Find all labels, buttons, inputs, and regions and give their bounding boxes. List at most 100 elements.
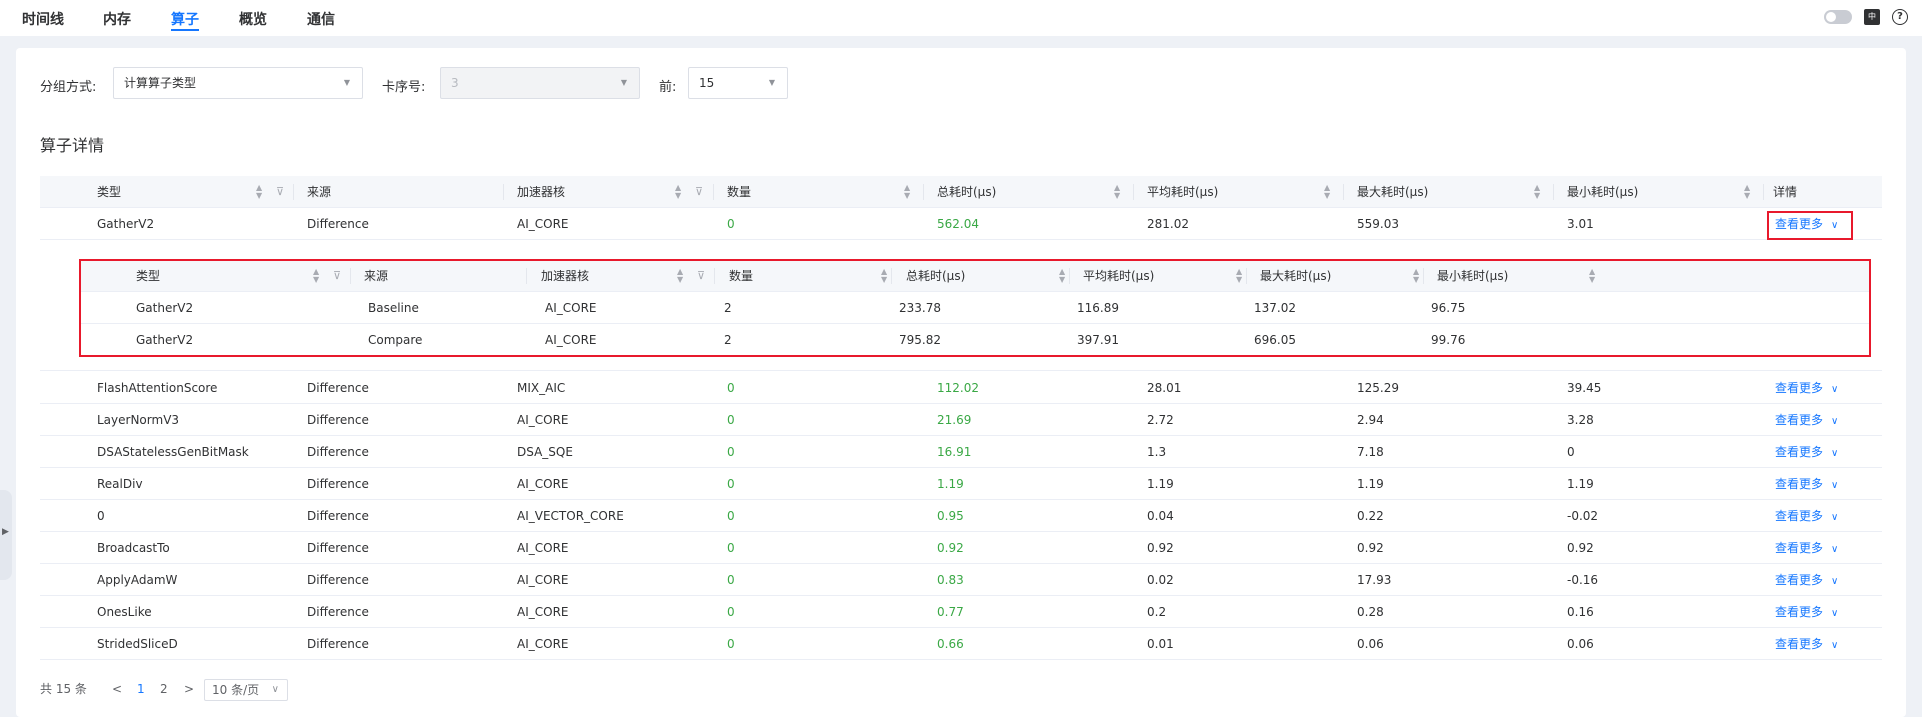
tab-operator[interactable]: 算子: [171, 9, 199, 29]
sort-icon[interactable]: ▲ ▼: [1114, 184, 1120, 200]
view-more-link[interactable]: 查看更多 ∨: [1775, 500, 1838, 532]
tab-overview[interactable]: 概览: [239, 9, 267, 29]
view-more-link[interactable]: 查看更多 ∨: [1775, 208, 1838, 240]
filter-icon[interactable]: ⊽: [333, 270, 341, 281]
cell-max-time: 137.02: [1254, 301, 1296, 315]
sub-col-header-max-time: 最大耗时(μs): [1260, 269, 1332, 283]
language-icon[interactable]: 中: [1864, 9, 1880, 25]
theme-toggle[interactable]: [1824, 10, 1852, 24]
table-row: StridedSliceD Difference AI_CORE 0 0.66 …: [40, 628, 1882, 660]
cell-source: Difference: [307, 637, 369, 651]
view-more-label: 查看更多: [1775, 637, 1824, 651]
view-more-label: 查看更多: [1775, 217, 1824, 231]
sort-icon[interactable]: ▲ ▼: [1059, 268, 1065, 284]
cell-source: Difference: [307, 573, 369, 587]
tab-timeline[interactable]: 时间线: [22, 9, 64, 29]
table-row: 0 Difference AI_VECTOR_CORE 0 0.95 0.04 …: [40, 500, 1882, 532]
cell-count: 0: [727, 381, 735, 395]
view-more-link[interactable]: 查看更多 ∨: [1775, 564, 1838, 596]
cell-avg-time: 1.3: [1147, 445, 1167, 459]
view-more-link[interactable]: 查看更多 ∨: [1775, 436, 1838, 468]
top-n-select[interactable]: 15 ▼: [688, 67, 788, 99]
cell-avg-time: 0.04: [1147, 509, 1174, 523]
cell-count: 2: [724, 333, 732, 347]
pagination-next-button[interactable]: >: [184, 679, 194, 699]
sort-icon[interactable]: ▲ ▼: [313, 268, 319, 284]
sort-icon[interactable]: ▲ ▼: [1413, 268, 1419, 284]
sub-col-header-avg-time: 平均耗时(μs): [1083, 269, 1155, 283]
cell-type: LayerNormV3: [97, 413, 180, 427]
cell-avg-time: 0.02: [1147, 573, 1174, 587]
section-title: 算子详情: [40, 136, 105, 155]
tab-communication[interactable]: 通信: [307, 9, 335, 29]
group-by-select[interactable]: 计算算子类型 ▼: [113, 67, 363, 99]
cell-min-time: 0.16: [1567, 605, 1594, 619]
chevron-down-icon: ▼: [768, 78, 775, 87]
view-more-label: 查看更多: [1775, 413, 1824, 427]
cell-count: 0: [727, 573, 735, 587]
cell-count: 0: [727, 605, 735, 619]
cell-source: Difference: [307, 605, 369, 619]
cell-count: 0: [727, 217, 735, 231]
sort-icon[interactable]: ▲ ▼: [1744, 184, 1750, 200]
chevron-down-icon: ∨: [1831, 448, 1839, 459]
cell-core: AI_CORE: [517, 637, 569, 651]
sort-icon[interactable]: ▲ ▼: [1324, 184, 1330, 200]
group-by-label: 分组方式:: [40, 80, 97, 95]
view-more-link[interactable]: 查看更多 ∨: [1775, 372, 1838, 404]
cell-type: FlashAttentionScore: [97, 381, 218, 395]
cell-source: Difference: [307, 509, 369, 523]
view-more-link[interactable]: 查看更多 ∨: [1775, 532, 1838, 564]
cell-total-time: 233.78: [899, 301, 941, 315]
view-more-link[interactable]: 查看更多 ∨: [1775, 404, 1838, 436]
cell-source: Compare: [368, 333, 423, 347]
cell-source: Difference: [307, 477, 369, 491]
cell-type: StridedSliceD: [97, 637, 178, 651]
top-n-value: 15: [699, 76, 715, 90]
filter-icon[interactable]: ⊽: [697, 270, 705, 281]
sub-table-row: GatherV2 Baseline AI_CORE 2 233.78 116.8…: [79, 292, 1869, 324]
card-index-label: 卡序号:: [382, 80, 426, 95]
view-more-link[interactable]: 查看更多 ∨: [1775, 596, 1838, 628]
cell-source: Difference: [307, 217, 369, 231]
cell-type: GatherV2: [97, 217, 155, 231]
cell-avg-time: 2.72: [1147, 413, 1174, 427]
tab-memory[interactable]: 内存: [103, 9, 131, 29]
card-index-select[interactable]: 3 ▼: [440, 67, 640, 99]
sort-icon[interactable]: ▲ ▼: [675, 184, 681, 200]
sort-icon[interactable]: ▲ ▼: [1534, 184, 1540, 200]
view-more-link[interactable]: 查看更多 ∨: [1775, 468, 1838, 500]
pagination-page-2[interactable]: 2: [160, 679, 168, 699]
view-more-link[interactable]: 查看更多 ∨: [1775, 628, 1838, 660]
help-icon[interactable]: ?: [1892, 9, 1908, 25]
filter-icon[interactable]: ⊽: [276, 186, 284, 197]
sort-icon[interactable]: ▲ ▼: [677, 268, 683, 284]
sort-icon[interactable]: ▲ ▼: [1236, 268, 1242, 284]
sidebar-expand-handle[interactable]: ▶: [0, 490, 12, 580]
cell-source: Baseline: [368, 301, 419, 315]
cell-max-time: 696.05: [1254, 333, 1296, 347]
sort-icon[interactable]: ▲ ▼: [256, 184, 262, 200]
filter-icon[interactable]: ⊽: [695, 186, 703, 197]
cell-min-time: 99.76: [1431, 333, 1466, 347]
cell-min-time: -0.16: [1567, 573, 1599, 587]
chevron-down-icon: ∨: [1831, 640, 1839, 651]
cell-avg-time: 0.92: [1147, 541, 1174, 555]
pagination-page-1[interactable]: 1: [137, 679, 145, 699]
sort-icon[interactable]: ▲ ▼: [881, 268, 887, 284]
table-row: GatherV2 Difference AI_CORE 0 562.04 281…: [40, 208, 1882, 240]
cell-total-time: 112.02: [937, 381, 979, 395]
chevron-down-icon: ∨: [1831, 480, 1839, 491]
sort-icon[interactable]: ▲ ▼: [904, 184, 910, 200]
page-size-select[interactable]: 10 条/页 ∨: [204, 679, 288, 701]
chevron-down-icon: ▼: [343, 78, 350, 87]
chevron-down-icon: ▼: [620, 78, 627, 87]
sort-icon[interactable]: ▲ ▼: [1589, 268, 1595, 284]
sub-col-header-type: 类型: [136, 269, 161, 283]
cell-max-time: 1.19: [1357, 477, 1384, 491]
pagination-prev-button[interactable]: <: [112, 679, 122, 699]
operator-panel: 分组方式: 计算算子类型 ▼ 卡序号: 3 ▼ 前: 15 ▼ 算子详情 类型 …: [16, 48, 1906, 717]
cell-min-time: 3.01: [1567, 217, 1594, 231]
cell-count: 0: [727, 509, 735, 523]
cell-core: AI_CORE: [517, 477, 569, 491]
